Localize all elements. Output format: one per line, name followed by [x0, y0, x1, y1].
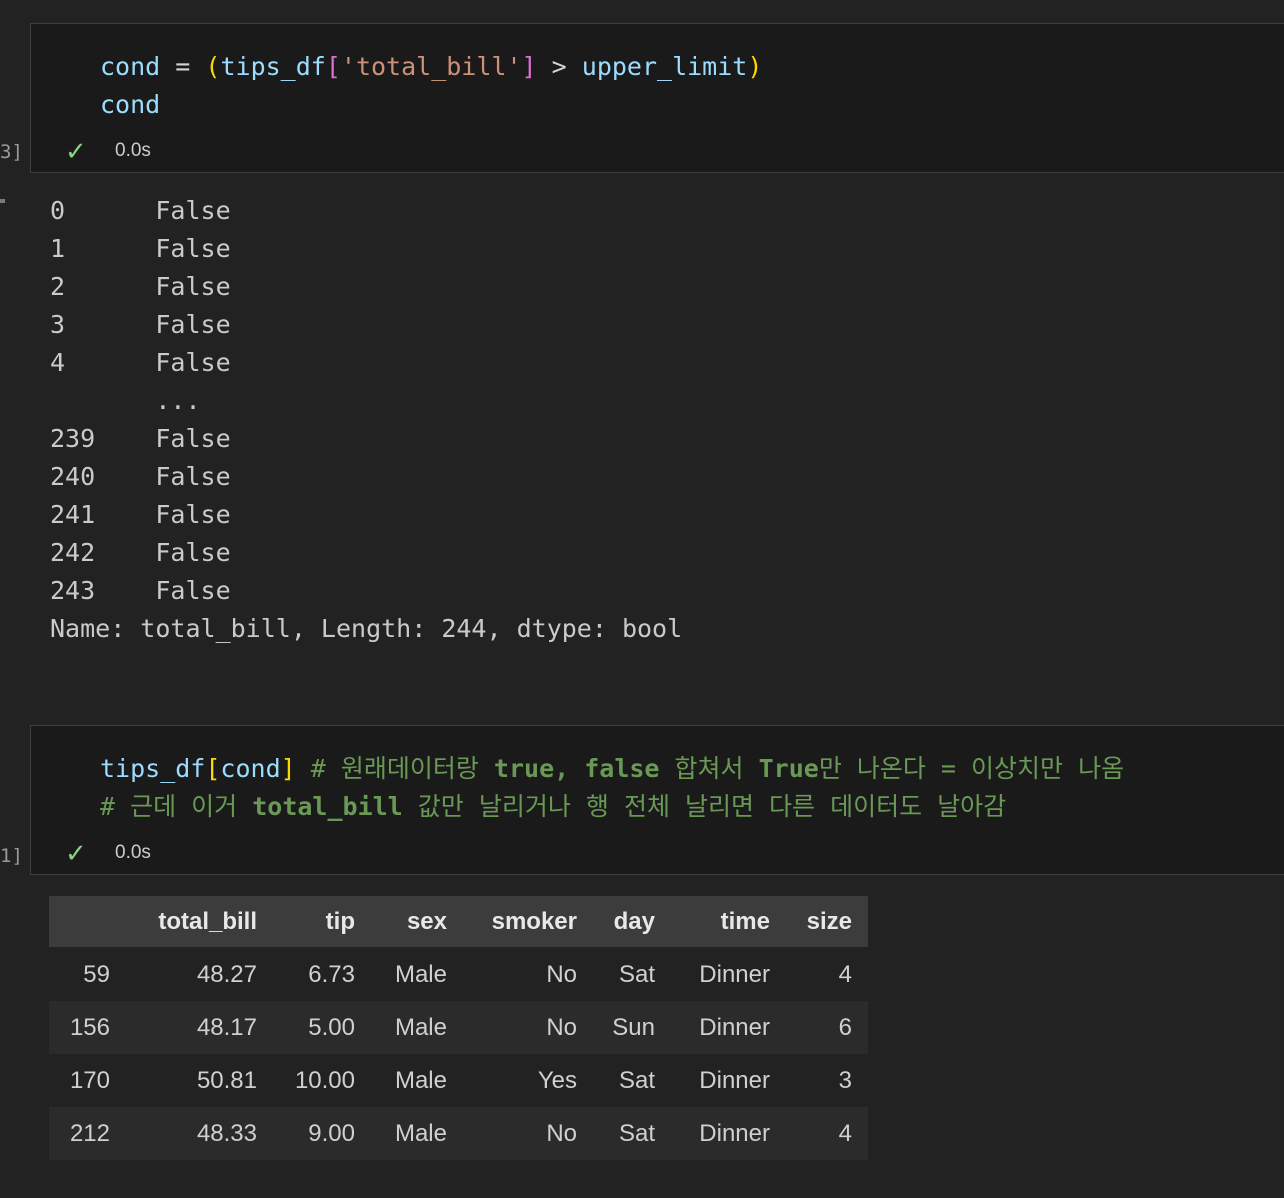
table-cell: 50.81 — [196, 1066, 257, 1094]
column-header: smoker — [463, 896, 593, 949]
success-check-icon: ✓ — [65, 136, 87, 166]
table-cell: 6.73 — [308, 961, 355, 988]
table-cell: 5.00 — [308, 1013, 355, 1041]
execution-duration: 0.0s — [115, 842, 151, 863]
column-header: total_bill — [126, 896, 273, 949]
table-cell: Male — [394, 961, 447, 988]
table-cell: No — [546, 1119, 577, 1147]
table-cell: Male — [394, 1013, 447, 1041]
table-cell: 48.27 — [196, 961, 257, 988]
code-line: tips_df[cond] # 원래데이터랑 true, false 합쳐서 T… — [100, 754, 1125, 783]
execution-count-fragment-1: 3] — [0, 141, 23, 163]
column-header: size — [786, 896, 868, 949]
column-header: tip — [273, 896, 371, 949]
table-cell: Dinner — [699, 961, 770, 988]
table-cell: Sun — [612, 1013, 655, 1041]
execution-count-fragment-2: 1] — [0, 845, 23, 867]
table-cell: 170 — [69, 1066, 110, 1094]
dataframe-output-table: total_bill tip sex smoker day time size 59 48.2… — [49, 896, 868, 1160]
cell-1-status-bar: ✓ 0.0s — [31, 136, 1284, 166]
table-cell: Dinner — [699, 1013, 770, 1041]
code-editor-1[interactable]: cond = (tips_df['total_bill'] > upper_li… — [31, 24, 1284, 124]
table-row: 59 48.27 6.73 Male No Sat Dinner 4 — [49, 948, 868, 1001]
column-header: day — [593, 896, 671, 949]
table-header-row: total_bill tip sex smoker day time size — [49, 896, 868, 949]
table-row: 212 48.33 9.00 Male No Sat Dinner 4 — [49, 1107, 868, 1160]
table-row: 156 48.17 5.00 Male No Sun Dinner 6 — [49, 1001, 868, 1054]
table-cell: 212 — [69, 1119, 110, 1147]
table-cell: Dinner — [699, 1119, 770, 1147]
code-cell-1[interactable]: cond = (tips_df['total_bill'] > upper_li… — [30, 23, 1284, 173]
code-line: cond — [100, 90, 161, 119]
code-cell-2[interactable]: tips_df[cond] # 원래데이터랑 true, false 합쳐서 T… — [30, 725, 1284, 875]
table-cell: 4 — [838, 1119, 852, 1147]
table-cell: 156 — [69, 1013, 110, 1041]
table-cell: 3 — [838, 1066, 852, 1094]
table-row: 170 50.81 10.00 Male Yes Sat Dinner 3 — [49, 1054, 868, 1107]
execution-duration: 0.0s — [115, 140, 151, 161]
table-cell: Sat — [618, 961, 655, 988]
table-cell: 6 — [838, 1013, 852, 1041]
code-line: cond = (tips_df['total_bill'] > upper_li… — [100, 52, 763, 81]
table-cell: 9.00 — [308, 1119, 355, 1147]
table-cell: 48.17 — [196, 1013, 257, 1041]
table-cell: 10.00 — [294, 1066, 355, 1094]
column-header: sex — [371, 896, 463, 949]
table-cell: Sat — [618, 1066, 655, 1094]
success-check-icon: ✓ — [65, 838, 87, 868]
table-cell: Dinner — [699, 1066, 770, 1094]
table-cell: Male — [394, 1066, 447, 1094]
table-cell: Yes — [537, 1066, 577, 1094]
table-cell: Sat — [618, 1119, 655, 1147]
series-output: 0 False 1 False 2 False 3 False 4 False … — [50, 196, 683, 643]
code-line: # 근데 이거 total_bill 값만 날리거나 행 전체 날리면 다른 데… — [100, 792, 1007, 821]
table-cell: No — [546, 961, 577, 988]
table-cell: 59 — [83, 961, 110, 988]
column-header — [49, 896, 126, 949]
table-cell: 4 — [838, 961, 852, 988]
column-header: time — [671, 896, 786, 949]
table-cell: 48.33 — [196, 1119, 257, 1147]
table-cell: No — [546, 1013, 577, 1041]
cell-2-status-bar: ✓ 0.0s — [31, 838, 1284, 868]
table-cell: Male — [394, 1119, 447, 1147]
output-collapse-indicator[interactable] — [0, 199, 5, 203]
code-editor-2[interactable]: tips_df[cond] # 원래데이터랑 true, false 합쳐서 T… — [31, 726, 1284, 826]
